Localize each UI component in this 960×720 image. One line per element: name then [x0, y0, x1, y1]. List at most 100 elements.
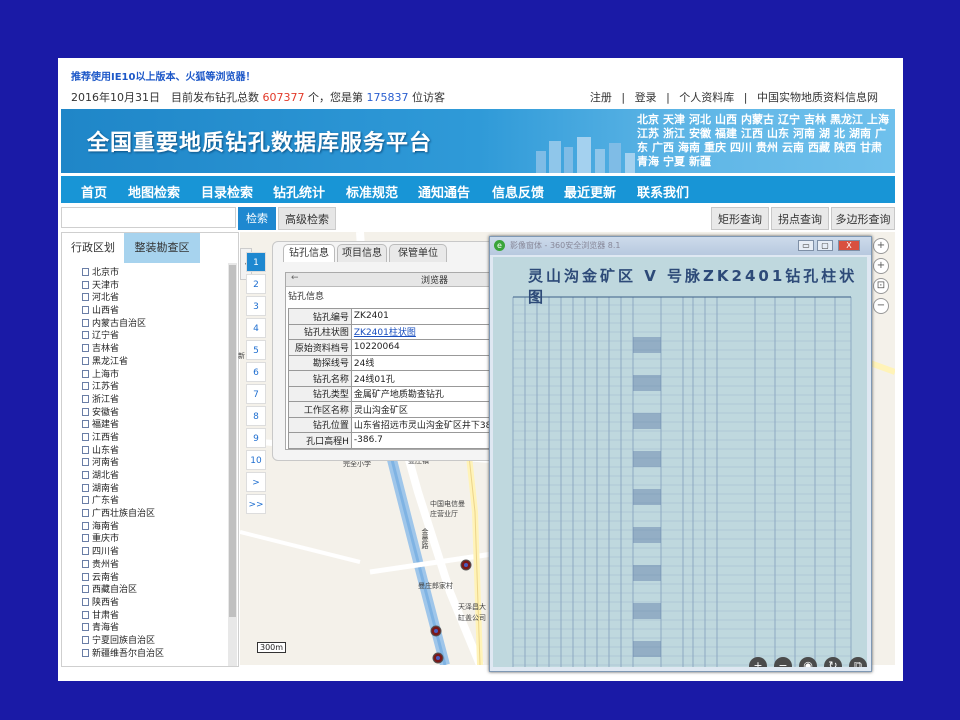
province-item[interactable]: 云南省: [82, 572, 222, 585]
province-item[interactable]: 湖南省: [82, 483, 222, 496]
province-item[interactable]: 上海市: [82, 369, 222, 382]
pager-button[interactable]: 6: [246, 362, 266, 382]
pager-button[interactable]: 5: [246, 340, 266, 360]
tab-admin-region[interactable]: 行政区划: [62, 233, 124, 263]
banner-province-link[interactable]: 重庆: [704, 141, 726, 154]
banner-province-link[interactable]: 北京: [637, 113, 659, 126]
rect-query-button[interactable]: 矩形查询: [711, 207, 769, 230]
province-item[interactable]: 辽宁省: [82, 330, 222, 343]
image-window-titlebar[interactable]: e 影像窗体 - 360安全浏览器 8.1 ▭ ▢ X: [490, 237, 871, 255]
banner-province-link[interactable]: 陕西: [834, 141, 856, 154]
banner-province-link[interactable]: 黑龙江: [830, 113, 863, 126]
banner-province-link[interactable]: 贵州: [756, 141, 778, 154]
banner-province-link[interactable]: 浙江: [663, 127, 685, 140]
zoom-in-alt-icon[interactable]: +: [873, 258, 889, 274]
full-extent-icon[interactable]: ⊡: [873, 278, 889, 294]
banner-province-link[interactable]: 江西: [741, 127, 763, 140]
banner-province-link[interactable]: 北: [834, 127, 845, 140]
province-item[interactable]: 宁夏回族自治区: [82, 635, 222, 648]
maximize-button[interactable]: ▢: [817, 240, 833, 251]
search-input[interactable]: [61, 207, 236, 228]
banner-province-link[interactable]: 四川: [730, 141, 752, 154]
point-query-button[interactable]: 拐点查询: [771, 207, 829, 230]
province-item[interactable]: 浙江省: [82, 394, 222, 407]
pager-button[interactable]: 1: [246, 252, 266, 272]
nav-item[interactable]: 通知通告: [418, 182, 470, 201]
nav-item[interactable]: 目录检索: [201, 182, 253, 201]
pager-button[interactable]: 9: [246, 428, 266, 448]
banner-province-link[interactable]: 云南: [782, 141, 804, 154]
tab-borehole-info[interactable]: 钻孔信息: [283, 244, 335, 262]
image-viewer-window[interactable]: e 影像窗体 - 360安全浏览器 8.1 ▭ ▢ X 灵山沟金矿区 Ⅴ 号脉Z…: [489, 236, 872, 672]
province-item[interactable]: 黑龙江省: [82, 356, 222, 369]
login-link[interactable]: 登录: [635, 91, 657, 104]
scroll-thumb[interactable]: [229, 265, 236, 617]
pager-button[interactable]: 4: [246, 318, 266, 338]
personal-library-link[interactable]: 个人资料库: [679, 91, 734, 104]
banner-province-link[interactable]: 新疆: [689, 155, 711, 168]
banner-province-link[interactable]: 上海: [867, 113, 889, 126]
province-item[interactable]: 贵州省: [82, 559, 222, 572]
pager-button[interactable]: >: [246, 472, 266, 492]
banner-province-link[interactable]: 吉林: [804, 113, 826, 126]
tab-custodian[interactable]: 保管单位: [389, 244, 447, 262]
province-item[interactable]: 河南省: [82, 457, 222, 470]
province-item[interactable]: 湖北省: [82, 470, 222, 483]
banner-province-link[interactable]: 内蒙古: [741, 113, 774, 126]
nav-item[interactable]: 钻孔统计: [273, 182, 325, 201]
pager-button[interactable]: 7: [246, 384, 266, 404]
pager-button[interactable]: >>: [246, 494, 266, 514]
register-link[interactable]: 注册: [590, 91, 612, 104]
polygon-query-button[interactable]: 多边形查询: [831, 207, 895, 230]
nav-item[interactable]: 最近更新: [564, 182, 616, 201]
province-item[interactable]: 山西省: [82, 305, 222, 318]
pager-button[interactable]: 10: [246, 450, 266, 470]
banner-province-link[interactable]: 福建: [715, 127, 737, 140]
pager-button[interactable]: 2: [246, 274, 266, 294]
cgsi-link[interactable]: 中国实物地质资料信息网: [757, 91, 878, 104]
banner-province-link[interactable]: 青海: [637, 155, 659, 168]
zoom-out-icon[interactable]: −: [873, 298, 889, 314]
banner-province-link[interactable]: 甘肃: [860, 141, 882, 154]
province-item[interactable]: 吉林省: [82, 343, 222, 356]
pager-button[interactable]: 8: [246, 406, 266, 426]
province-item[interactable]: 青海省: [82, 622, 222, 635]
banner-province-link[interactable]: 湖: [819, 127, 830, 140]
province-item[interactable]: 广东省: [82, 495, 222, 508]
province-item[interactable]: 四川省: [82, 546, 222, 559]
banner-province-link[interactable]: 安徽: [689, 127, 711, 140]
close-button[interactable]: X: [838, 240, 860, 251]
province-item[interactable]: 河北省: [82, 292, 222, 305]
nav-item[interactable]: 地图检索: [128, 182, 180, 201]
province-scrollbar[interactable]: [228, 263, 237, 666]
back-arrow-icon[interactable]: ←: [291, 273, 299, 283]
province-item[interactable]: 内蒙古自治区: [82, 318, 222, 331]
banner-province-link[interactable]: 广西: [652, 141, 674, 154]
minimize-button[interactable]: ▭: [798, 240, 814, 251]
banner-province-link[interactable]: 湖南: [849, 127, 871, 140]
banner-province-link[interactable]: 山东: [767, 127, 789, 140]
zoom-in-icon[interactable]: +: [873, 238, 889, 254]
banner-province-link[interactable]: 河北: [689, 113, 711, 126]
province-item[interactable]: 甘肃省: [82, 610, 222, 623]
tab-exploration-area[interactable]: 整装勘查区: [124, 233, 200, 263]
banner-province-link[interactable]: 山西: [715, 113, 737, 126]
nav-item[interactable]: 标准规范: [346, 182, 398, 201]
banner-province-link[interactable]: 西藏: [808, 141, 830, 154]
province-item[interactable]: 北京市: [82, 267, 222, 280]
province-item[interactable]: 西藏自治区: [82, 584, 222, 597]
search-button[interactable]: 检索: [238, 207, 276, 230]
banner-province-link[interactable]: 宁夏: [663, 155, 685, 168]
province-item[interactable]: 陕西省: [82, 597, 222, 610]
advanced-search-button[interactable]: 高级检索: [278, 207, 336, 230]
province-item[interactable]: 山东省: [82, 445, 222, 458]
nav-item[interactable]: 联系我们: [637, 182, 689, 201]
province-item[interactable]: 福建省: [82, 419, 222, 432]
pager-button[interactable]: 3: [246, 296, 266, 316]
tab-project-info[interactable]: 项目信息: [337, 244, 387, 262]
nav-item[interactable]: 首页: [81, 182, 107, 201]
nav-item[interactable]: 信息反馈: [492, 182, 544, 201]
province-item[interactable]: 江西省: [82, 432, 222, 445]
banner-province-link[interactable]: 海南: [678, 141, 700, 154]
banner-province-link[interactable]: 天津: [663, 113, 685, 126]
